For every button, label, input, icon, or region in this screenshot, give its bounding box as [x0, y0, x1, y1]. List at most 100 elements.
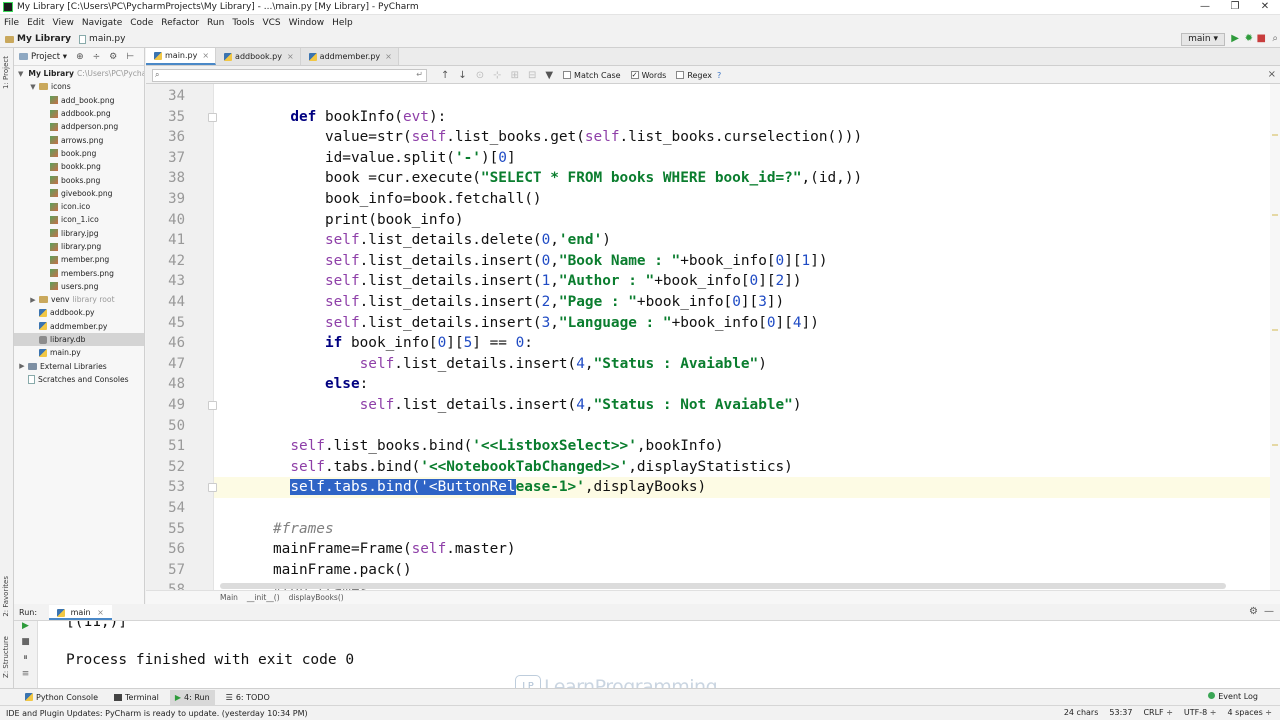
gear-icon[interactable]: ⚙	[1249, 606, 1258, 617]
event-log-tab[interactable]: Event Log	[1208, 692, 1258, 701]
tree-item[interactable]: ▶ venv library root	[14, 293, 144, 306]
code-line[interactable]: self.list_details.insert(3,"Language : "…	[221, 313, 819, 334]
tree-item[interactable]: Scratches and Consoles	[14, 373, 144, 386]
stop-icon[interactable]: ■	[14, 637, 37, 653]
maximize-button[interactable]: ❐	[1220, 0, 1250, 15]
words-checkbox[interactable]: ✓ Words	[630, 71, 666, 80]
soft-wrap-icon[interactable]: ≡	[14, 669, 37, 685]
minimize-button[interactable]: —	[1190, 0, 1220, 15]
tree-item[interactable]: bookk.png	[14, 160, 144, 173]
indent-setting[interactable]: 4 spaces ÷	[1227, 708, 1272, 717]
run-tab-main[interactable]: main ×	[49, 605, 112, 620]
tree-item[interactable]: users.png	[14, 280, 144, 293]
close-find-icon[interactable]: ×	[1268, 69, 1276, 80]
project-view-select[interactable]: Project ▾	[31, 52, 67, 62]
tree-item[interactable]: ▶ External Libraries	[14, 360, 144, 373]
menu-edit[interactable]: Edit	[27, 18, 44, 28]
close-tab-icon[interactable]: ×	[287, 52, 294, 61]
add-selection-icon[interactable]: ⊹	[493, 70, 501, 81]
code-line[interactable]: book =cur.execute("SELECT * FROM books W…	[221, 168, 862, 189]
menu-file[interactable]: File	[4, 18, 19, 28]
code-line[interactable]: self.list_details.insert(4,"Status : Ava…	[221, 354, 767, 375]
code-line[interactable]: self.list_details.insert(4,"Status : Not…	[221, 395, 802, 416]
code-line[interactable]: self.list_details.insert(2,"Page : "+boo…	[221, 292, 784, 313]
nav-project[interactable]: My Library	[5, 34, 71, 44]
menu-refactor[interactable]: Refactor	[161, 18, 199, 28]
chevron-down-icon[interactable]: ▼	[18, 70, 23, 78]
python-console-tab[interactable]: Python Console	[20, 690, 103, 705]
status-message[interactable]: IDE and Plugin Updates: PyCharm is ready…	[6, 709, 308, 718]
code-line[interactable]: if book_info[0][5] == 0:	[221, 333, 533, 354]
run-icon[interactable]: ▶	[1231, 34, 1239, 44]
editor-vertical-scrollbar[interactable]	[1270, 84, 1280, 590]
menu-window[interactable]: Window	[289, 18, 325, 28]
menu-view[interactable]: View	[53, 18, 74, 28]
tree-item[interactable]: icon_1.ico	[14, 213, 144, 226]
close-tab-icon[interactable]: ×	[97, 608, 104, 617]
collapse-icon[interactable]: ÷	[93, 52, 101, 62]
code-line[interactable]: mainFrame.pack()	[221, 560, 412, 581]
menu-tools[interactable]: Tools	[232, 18, 254, 28]
terminal-tab[interactable]: Terminal	[109, 690, 164, 705]
next-occurrence-icon[interactable]: ↓	[458, 70, 466, 81]
breadcrumb-function[interactable]: displayBooks()	[289, 593, 344, 602]
clear-search-icon[interactable]: ↵	[416, 70, 423, 79]
code-line[interactable]: self.list_books.bind('<<ListboxSelect>>'…	[221, 436, 723, 457]
tree-item[interactable]: addbook.py	[14, 306, 144, 319]
close-tab-icon[interactable]: ×	[202, 51, 209, 60]
menu-vcs[interactable]: VCS	[262, 18, 280, 28]
tree-item[interactable]: member.png	[14, 253, 144, 266]
fold-marker-icon[interactable]	[208, 483, 217, 493]
pause-icon[interactable]: ⏸	[14, 653, 37, 669]
select-all-occurrences-icon[interactable]: ⊞	[511, 70, 519, 81]
fold-marker-icon[interactable]	[208, 401, 217, 410]
structure-tool-tab[interactable]: Z: Structure	[2, 636, 10, 678]
tree-item[interactable]: add_book.png	[14, 94, 144, 107]
chevron-right-icon[interactable]: ▶	[29, 296, 37, 304]
project-tool-tab[interactable]: 1: Project	[2, 56, 10, 89]
tree-item[interactable]: library.jpg	[14, 227, 144, 240]
locate-icon[interactable]: ⊕	[76, 52, 84, 62]
tree-item[interactable]: book.png	[14, 147, 144, 160]
tree-item[interactable]: members.png	[14, 266, 144, 279]
regex-checkbox[interactable]: Regex	[676, 71, 712, 80]
tree-item[interactable]: main.py	[14, 346, 144, 359]
tree-item[interactable]: givebook.png	[14, 187, 144, 200]
gear-icon[interactable]: ⚙	[109, 52, 117, 62]
tab-addbook-py[interactable]: addbook.py ×	[216, 48, 301, 65]
find-input[interactable]: ⌕ ↵	[152, 68, 427, 82]
run-configuration-select[interactable]: main ▾	[1181, 33, 1225, 46]
fold-marker-icon[interactable]	[208, 112, 217, 122]
hide-icon[interactable]: ⊢	[126, 52, 134, 62]
stop-icon[interactable]: ■	[1257, 34, 1266, 44]
line-separator[interactable]: CRLF ÷	[1143, 708, 1172, 717]
tree-item[interactable]: library.png	[14, 240, 144, 253]
code-editor[interactable]: 34 35 36 37 38 39 40 41 42 43 44 45 46 47 48 49 50 51 52 53…	[146, 84, 1280, 590]
tree-item[interactable]: library.db	[14, 332, 144, 347]
code-line[interactable]: mainFrame=Frame(self.master)	[221, 539, 516, 560]
tab-addmember-py[interactable]: addmember.py ×	[300, 48, 399, 65]
tree-item[interactable]: addperson.png	[14, 120, 144, 133]
menu-run[interactable]: Run	[207, 18, 224, 28]
debug-icon[interactable]: ✹	[1245, 34, 1253, 44]
menu-help[interactable]: Help	[332, 18, 353, 28]
code-line[interactable]: self.tabs.bind('<<NotebookTabChanged>>',…	[221, 457, 793, 478]
caret-position[interactable]: 53:37	[1109, 708, 1132, 717]
code-line[interactable]: #frames	[221, 519, 334, 540]
match-case-checkbox[interactable]: Match Case	[563, 71, 621, 80]
code-line[interactable]: book_info=book.fetchall()	[221, 189, 542, 210]
tree-item[interactable]: arrows.png	[14, 133, 144, 146]
run-tab[interactable]: ▶ 4: Run	[169, 689, 215, 705]
tree-item[interactable]: addbook.png	[14, 107, 144, 120]
code-line[interactable]: id=value.split('-')[0]	[221, 148, 516, 169]
code-line[interactable]: self.list_details.delete(0,'end')	[221, 230, 611, 251]
code-line[interactable]: self.list_details.insert(1,"Author : "+b…	[221, 271, 802, 292]
tree-item[interactable]: ▼ My LibraryC:\Users\PC\PycharmProjects\M…	[14, 67, 144, 80]
favorites-tool-tab[interactable]: 2: Favorites	[2, 576, 10, 617]
todo-tab[interactable]: ☰ 6: TODO	[221, 690, 275, 705]
close-tab-icon[interactable]: ×	[385, 52, 392, 61]
tree-item[interactable]: addmember.py	[14, 320, 144, 333]
code-line[interactable]: else:	[221, 374, 368, 395]
hide-panel-icon[interactable]: —	[1264, 606, 1274, 617]
tab-main-py[interactable]: main.py ×	[146, 48, 217, 65]
